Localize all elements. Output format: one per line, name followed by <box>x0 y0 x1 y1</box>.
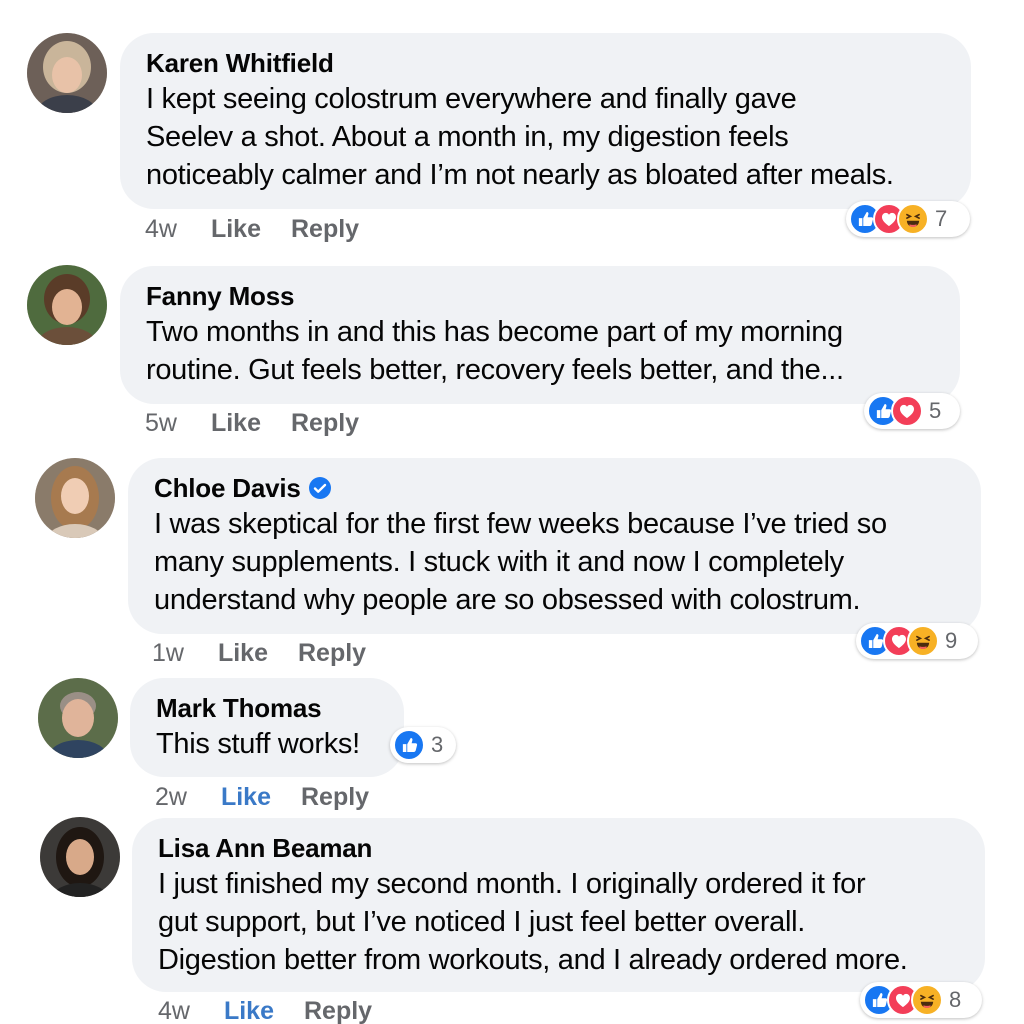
comment-line: understand why people are so obsessed wi… <box>154 584 861 616</box>
reply-button[interactable]: Reply <box>291 214 359 244</box>
comment-line: Digestion better from workouts, and I al… <box>158 944 908 976</box>
comment-bubble: Lisa Ann Beaman I just finished my secon… <box>132 818 985 992</box>
like-button[interactable]: Like <box>211 408 261 438</box>
reaction-count: 8 <box>949 987 962 1012</box>
reaction-count: 3 <box>431 732 444 757</box>
author-name[interactable]: Fanny Moss <box>146 280 936 312</box>
reaction-summary[interactable]: 9 <box>856 623 978 659</box>
comment-line: I just finished my second month. I origi… <box>158 868 866 900</box>
reply-button[interactable]: Reply <box>301 782 369 812</box>
author-name[interactable]: Chloe Davis <box>154 472 957 504</box>
haha-icon <box>907 625 939 657</box>
avatar[interactable] <box>38 678 118 758</box>
author-name[interactable]: Mark Thomas <box>156 692 380 724</box>
avatar[interactable] <box>27 265 107 345</box>
haha-icon <box>897 203 929 235</box>
avatar[interactable] <box>27 33 107 113</box>
comment-bubble: Karen Whitfield I kept seeing colostrum … <box>120 33 971 209</box>
reaction-summary[interactable]: 5 <box>864 393 960 429</box>
verified-badge-icon <box>308 477 331 499</box>
comment-text: I kept seeing colostrum everywhere and f… <box>146 80 947 194</box>
comment-text: I just finished my second month. I origi… <box>158 865 961 979</box>
reaction-count: 7 <box>935 206 948 231</box>
avatar[interactable] <box>35 458 115 538</box>
reaction-summary[interactable]: 8 <box>860 982 982 1018</box>
reaction-summary[interactable]: 3 <box>390 727 456 763</box>
comment-actions: 4w Like Reply <box>145 214 359 244</box>
comment-thread: Karen Whitfield I kept seeing colostrum … <box>0 0 1024 1024</box>
timestamp[interactable]: 2w <box>155 782 187 812</box>
comment-line: routine. Gut feels better, recovery feel… <box>146 354 844 386</box>
reply-button[interactable]: Reply <box>304 996 372 1024</box>
timestamp[interactable]: 4w <box>158 996 190 1024</box>
comment-text: I was skeptical for the first few weeks … <box>154 505 957 619</box>
like-icon <box>393 729 425 761</box>
comment-line: noticeably calmer and I’m not nearly as … <box>146 159 894 191</box>
comment-actions: 2w Like Reply <box>155 782 369 812</box>
timestamp[interactable]: 5w <box>145 408 177 438</box>
comment-actions: 1w Like Reply <box>152 638 366 668</box>
comment-text: Two months in and this has become part o… <box>146 313 936 389</box>
reply-button[interactable]: Reply <box>298 638 366 668</box>
like-button[interactable]: Like <box>221 782 271 812</box>
reply-button[interactable]: Reply <box>291 408 359 438</box>
comment-bubble: Fanny Moss Two months in and this has be… <box>120 266 960 404</box>
reaction-count: 5 <box>929 398 942 423</box>
comment-actions: 4w Like Reply <box>158 996 372 1024</box>
reaction-count: 9 <box>945 628 958 653</box>
comment-line: This stuff works! <box>156 728 360 760</box>
comment-bubble: Mark Thomas This stuff works! <box>130 678 404 777</box>
like-button[interactable]: Like <box>218 638 268 668</box>
like-button[interactable]: Like <box>211 214 261 244</box>
haha-icon <box>911 984 943 1016</box>
comment-line: many supplements. I stuck with it and no… <box>154 546 844 578</box>
comment-line: I kept seeing colostrum everywhere and f… <box>146 83 797 115</box>
timestamp[interactable]: 1w <box>152 638 184 668</box>
avatar[interactable] <box>40 817 120 897</box>
comment-line: Two months in and this has become part o… <box>146 316 843 348</box>
author-name[interactable]: Lisa Ann Beaman <box>158 832 961 864</box>
comment-actions: 5w Like Reply <box>145 408 359 438</box>
comment-bubble: Chloe Davis I was skeptical for the firs… <box>128 458 981 634</box>
comment-line: gut support, but I’ve noticed I just fee… <box>158 906 806 938</box>
love-icon <box>891 395 923 427</box>
reaction-summary[interactable]: 7 <box>846 201 970 237</box>
comment-line: I was skeptical for the first few weeks … <box>154 508 887 540</box>
author-name[interactable]: Karen Whitfield <box>146 47 947 79</box>
comment-text: This stuff works! <box>156 725 380 763</box>
timestamp[interactable]: 4w <box>145 214 177 244</box>
comment-line: Seelev a shot. About a month in, my dige… <box>146 121 789 153</box>
like-button[interactable]: Like <box>224 996 274 1024</box>
